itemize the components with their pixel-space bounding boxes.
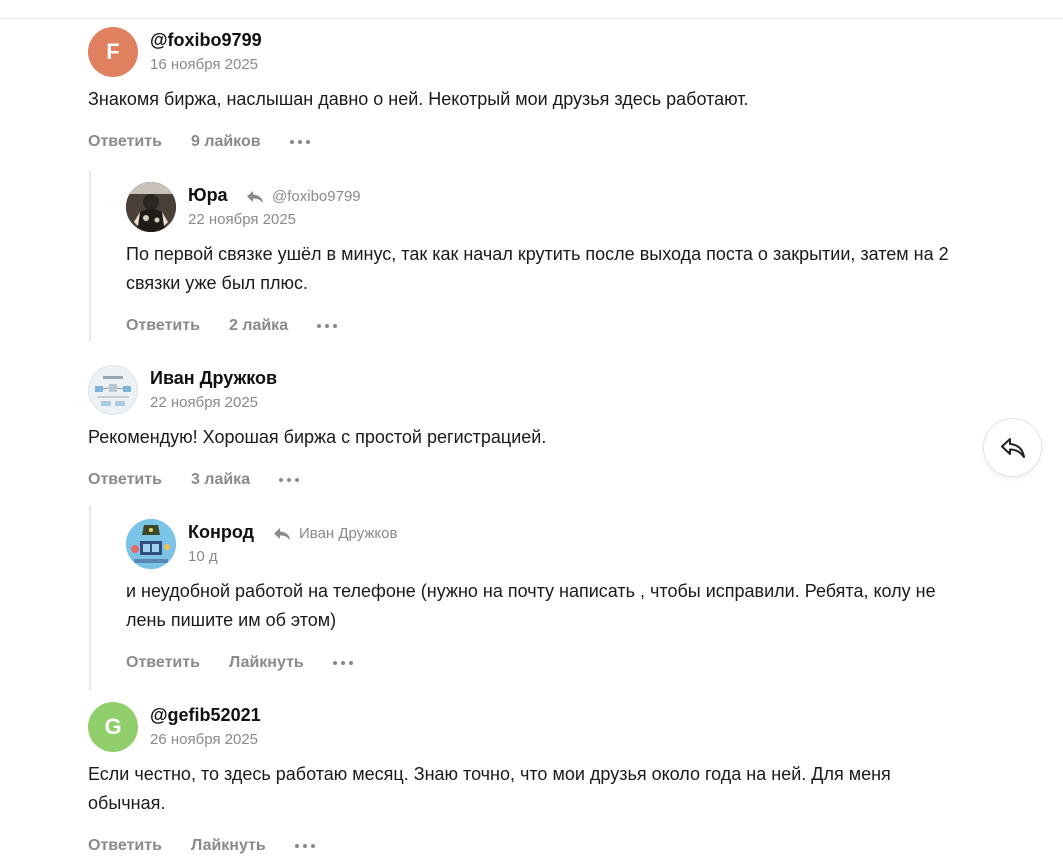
reply-to[interactable]: Иван Дружков xyxy=(273,525,397,542)
comment: G @gefib52021 26 ноября 2025 Если честно… xyxy=(88,702,968,858)
top-divider xyxy=(0,18,1063,19)
reply-button[interactable]: Ответить xyxy=(88,837,162,855)
share-button[interactable] xyxy=(983,418,1042,477)
comment-text: Рекомендую! Хорошая биржа с простой реги… xyxy=(88,427,547,447)
comment: F @foxibo9799 16 ноября 2025 Знакомя бир… xyxy=(88,27,968,154)
like-button[interactable]: Лайкнуть xyxy=(229,654,304,672)
more-options-icon[interactable] xyxy=(317,324,338,328)
thread-line xyxy=(89,506,91,690)
reply-to[interactable]: @foxibo9799 xyxy=(246,188,361,205)
comment-date: 16 ноября 2025 xyxy=(150,56,259,73)
reply-to-name[interactable]: @foxibo9799 xyxy=(272,188,361,205)
comment-text: По первой связке ушёл в минус, так как н… xyxy=(126,244,949,293)
like-button[interactable]: 2 лайка xyxy=(229,317,288,335)
share-arrow-icon xyxy=(1000,437,1025,458)
reply-button[interactable]: Ответить xyxy=(88,133,162,151)
diagram-thumbnail-avatar xyxy=(95,376,131,406)
comment-text: Знакомя биржа, наслышан давно о ней. Нек… xyxy=(88,89,749,109)
author-name[interactable]: @foxibo9799 xyxy=(150,30,262,51)
like-button[interactable]: Лайкнуть xyxy=(191,837,266,855)
author-name[interactable]: Юра xyxy=(188,185,228,206)
avatar[interactable]: G xyxy=(88,702,138,752)
reply-arrow-icon xyxy=(247,190,263,203)
more-options-icon[interactable] xyxy=(294,844,315,848)
more-options-icon[interactable] xyxy=(279,478,300,482)
thread-line xyxy=(89,171,91,341)
comment-text: и неудобной работой на телефоне (нужно н… xyxy=(126,581,936,630)
reply-button[interactable]: Ответить xyxy=(126,654,200,672)
reply-comment: Конрод Иван Дружков 10 д и неудобной раб… xyxy=(126,519,968,675)
reply-button[interactable]: Ответить xyxy=(126,317,200,335)
comment-date: 10 д xyxy=(188,548,218,565)
reply-to-name[interactable]: Иван Дружков xyxy=(299,525,397,542)
more-options-icon[interactable] xyxy=(289,140,310,144)
user-photo-avatar xyxy=(126,182,176,232)
comment: Иван Дружков 22 ноября 2025 Рекомендую! … xyxy=(88,365,968,492)
reply-arrow-icon xyxy=(274,527,290,540)
author-name[interactable]: Иван Дружков xyxy=(150,368,277,389)
avatar[interactable] xyxy=(126,519,176,569)
illustrated-avatar xyxy=(126,519,176,569)
more-options-icon[interactable] xyxy=(332,661,353,665)
comment-date: 22 ноября 2025 xyxy=(188,211,297,228)
author-name[interactable]: Конрод xyxy=(188,522,254,543)
reply-button[interactable]: Ответить xyxy=(88,471,162,489)
comment-date: 22 ноября 2025 xyxy=(150,394,259,411)
comment-date: 26 ноября 2025 xyxy=(150,731,259,748)
avatar[interactable] xyxy=(126,182,176,232)
avatar[interactable] xyxy=(88,365,138,415)
comment-text: Если честно, то здесь работаю месяц. Зна… xyxy=(88,764,891,813)
avatar[interactable]: F xyxy=(88,27,138,77)
like-button[interactable]: 3 лайка xyxy=(191,471,250,489)
author-name[interactable]: @gefib52021 xyxy=(150,705,261,726)
like-button[interactable]: 9 лайков xyxy=(191,133,261,151)
reply-comment: Юра @foxibo9799 22 ноября 2025 По первой… xyxy=(126,182,968,338)
